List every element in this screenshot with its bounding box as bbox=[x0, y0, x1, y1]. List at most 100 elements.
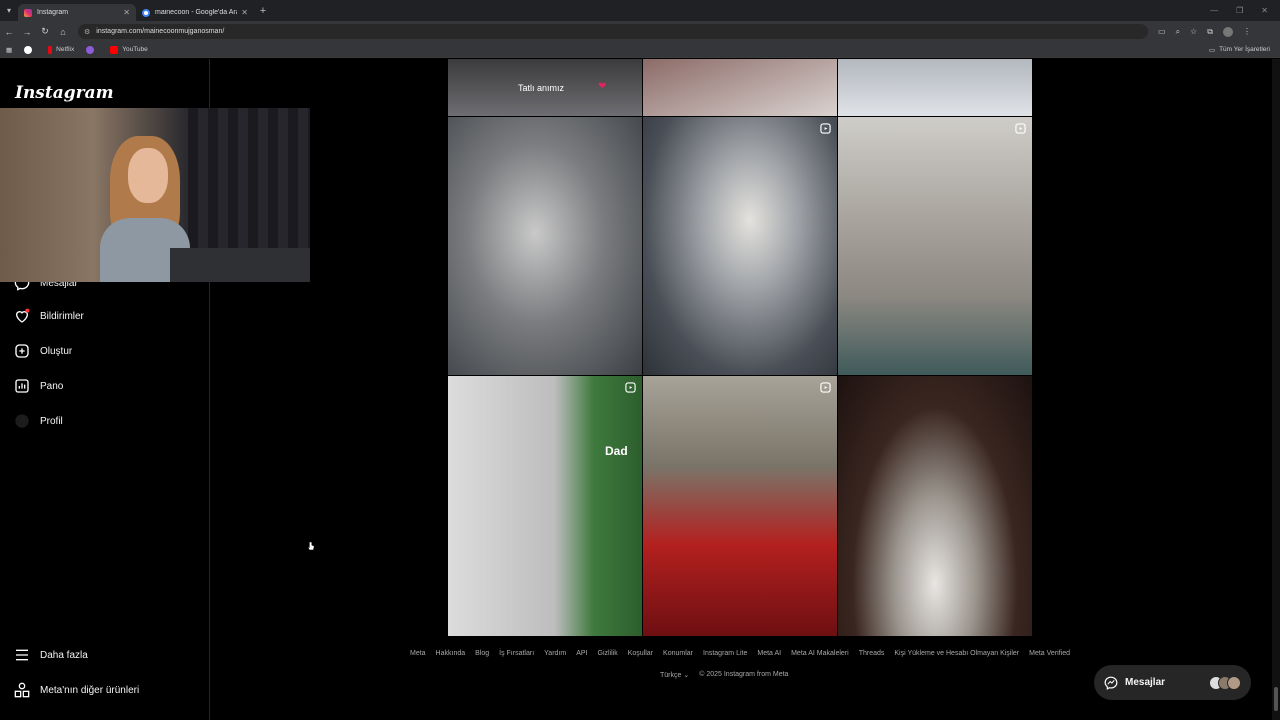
reload-icon[interactable]: ↻ bbox=[36, 26, 54, 37]
footer-link[interactable]: Meta AI bbox=[757, 650, 781, 657]
bookmark-unknown[interactable] bbox=[86, 45, 98, 54]
footer-link[interactable]: İş Fırsatları bbox=[499, 650, 534, 657]
heart-icon bbox=[14, 308, 30, 324]
folder-icon: ▭ bbox=[1208, 46, 1216, 54]
close-tab-icon[interactable]: ✕ bbox=[241, 8, 248, 17]
copyright-text: © 2025 Instagram from Meta bbox=[699, 671, 789, 678]
footer-link[interactable]: Gizlilik bbox=[598, 650, 618, 657]
reel-icon bbox=[820, 382, 831, 393]
message-avatars bbox=[1209, 675, 1241, 690]
footer-link[interactable]: Koşullar bbox=[628, 650, 653, 657]
site-info-icon[interactable]: ⚙ bbox=[84, 28, 90, 36]
url-text: instagram.com/mainecoonmujganosman/ bbox=[96, 28, 225, 35]
dashboard-icon bbox=[14, 378, 30, 394]
page-scrollbar[interactable] bbox=[1272, 59, 1280, 720]
profile-avatar-icon[interactable] bbox=[1222, 26, 1233, 37]
post-thumbnail[interactable] bbox=[838, 117, 1032, 375]
reel-icon bbox=[820, 123, 831, 134]
footer-link[interactable]: Meta AI Makaleleri bbox=[791, 650, 849, 657]
avatar bbox=[1227, 675, 1241, 690]
messenger-icon bbox=[1104, 676, 1118, 690]
footer-link[interactable]: Threads bbox=[859, 650, 885, 657]
language-label: Türkçe bbox=[660, 672, 682, 679]
bookmark-star-icon[interactable]: ☆ bbox=[1190, 27, 1197, 37]
new-tab-button[interactable]: + bbox=[254, 5, 272, 17]
nav-notifications[interactable]: Bildirimler bbox=[14, 308, 84, 324]
nav-label: Pano bbox=[40, 380, 64, 392]
tab-label: Instagram bbox=[37, 9, 69, 16]
post-thumbnail[interactable]: Tatlı anımız ❤ bbox=[448, 59, 642, 116]
back-icon[interactable]: ← bbox=[0, 27, 18, 37]
heart-emoji-icon: ❤ bbox=[598, 81, 607, 92]
nav-label: Profil bbox=[40, 415, 63, 427]
post-thumbnail[interactable] bbox=[838, 59, 1032, 116]
bookmark-google[interactable] bbox=[24, 45, 36, 54]
extensions-icon[interactable]: ⧉ bbox=[1207, 27, 1213, 37]
minimize-icon[interactable]: — bbox=[1210, 6, 1218, 15]
webcam-desk bbox=[170, 248, 310, 282]
footer-link[interactable]: Meta bbox=[410, 650, 426, 657]
google-favicon-icon bbox=[142, 8, 150, 17]
instagram-page: Instagram Mesajlar Bildirimler Oluştur P… bbox=[0, 59, 1280, 720]
footer-bottom: Türkçe ⌄ © 2025 Instagram from Meta bbox=[660, 671, 788, 679]
post-thumbnail[interactable] bbox=[838, 376, 1032, 636]
tab-search-icon[interactable]: ▾ bbox=[0, 0, 18, 21]
scrollbar-thumb[interactable] bbox=[1274, 687, 1278, 711]
instagram-logo[interactable]: Instagram bbox=[15, 83, 114, 103]
post-thumbnail[interactable] bbox=[643, 117, 837, 375]
footer-link[interactable]: Instagram Lite bbox=[703, 650, 747, 657]
apps-icon[interactable]: ▦ bbox=[6, 46, 12, 54]
bookmark-netflix[interactable]: Netflix bbox=[48, 45, 75, 54]
cast-icon[interactable]: ▭ bbox=[1158, 27, 1166, 37]
footer-link[interactable]: Blog bbox=[475, 650, 489, 657]
tab-google-search[interactable]: mainecoon - Google'da Ara ✕ bbox=[136, 4, 254, 21]
post-thumbnail[interactable] bbox=[448, 117, 642, 375]
bookmark-label: Netflix bbox=[56, 46, 75, 53]
messages-button[interactable]: Mesajlar bbox=[1094, 665, 1251, 700]
post-thumbnail[interactable]: Dad bbox=[448, 376, 642, 636]
address-bar[interactable]: ⚙ instagram.com/mainecoonmujganosman/ bbox=[78, 24, 1148, 39]
footer-link[interactable]: Yardım bbox=[544, 650, 566, 657]
post-thumbnail[interactable] bbox=[643, 376, 837, 636]
youtube-icon bbox=[110, 45, 119, 54]
browser-toolbar: ← → ↻ ⌂ ⚙ instagram.com/mainecoonmujgano… bbox=[0, 21, 1280, 42]
footer-link[interactable]: Konumlar bbox=[663, 650, 693, 657]
nav-label: Daha fazla bbox=[40, 649, 88, 661]
all-bookmarks[interactable]: ▭ Tüm Yer İşaretleri bbox=[1209, 46, 1270, 54]
nav-more[interactable]: Daha fazla bbox=[14, 647, 88, 663]
browser-tab-strip: ▾ Instagram ✕ mainecoon - Google'da Ara … bbox=[0, 0, 1280, 21]
bookmarks-bar: ▦ Netflix YouTube ▭ Tüm Yer İşaretleri bbox=[0, 42, 1280, 58]
posts-grid: Tatlı anımız ❤ Dad bbox=[448, 59, 1032, 636]
nav-profile[interactable]: Profil bbox=[14, 413, 63, 429]
footer-link[interactable]: API bbox=[576, 650, 587, 657]
nav-label: Bildirimler bbox=[40, 310, 84, 322]
bookmark-youtube[interactable]: YouTube bbox=[110, 45, 148, 54]
kebab-menu-icon[interactable]: ⋮ bbox=[1243, 27, 1251, 37]
nav-create[interactable]: Oluştur bbox=[14, 343, 72, 359]
profile-avatar-icon bbox=[14, 413, 30, 429]
footer-link[interactable]: Hakkında bbox=[436, 650, 466, 657]
meta-products-icon bbox=[14, 682, 30, 698]
webcam-overlay bbox=[0, 108, 310, 282]
bookmark-favicon-icon bbox=[86, 45, 95, 54]
footer-links: Meta Hakkında Blog İş Fırsatları Yardım … bbox=[398, 650, 1082, 657]
tab-instagram[interactable]: Instagram ✕ bbox=[18, 4, 136, 21]
footer-link[interactable]: Kişi Yükleme ve Hesabı Olmayan Kişiler bbox=[894, 650, 1019, 657]
create-plus-icon bbox=[14, 343, 30, 359]
close-tab-icon[interactable]: ✕ bbox=[123, 8, 130, 17]
tab-label: mainecoon - Google'da Ara bbox=[155, 9, 238, 16]
nav-meta-products[interactable]: Meta'nın diğer ürünleri bbox=[14, 682, 139, 698]
home-icon[interactable]: ⌂ bbox=[54, 27, 72, 37]
post-thumbnail[interactable] bbox=[643, 59, 837, 116]
close-window-icon[interactable]: ✕ bbox=[1261, 6, 1268, 15]
nav-dashboard[interactable]: Pano bbox=[14, 378, 63, 394]
nav-label: Oluştur bbox=[40, 345, 73, 357]
footer-link[interactable]: Meta Verified bbox=[1029, 650, 1070, 657]
forward-icon[interactable]: → bbox=[18, 27, 36, 37]
language-select[interactable]: Türkçe ⌄ bbox=[660, 671, 689, 679]
bookmark-label: YouTube bbox=[122, 46, 148, 53]
maximize-icon[interactable]: ❐ bbox=[1236, 6, 1243, 15]
zoom-icon[interactable]: ⌕ bbox=[1176, 27, 1180, 37]
post-caption-text: Tatlı anımız bbox=[518, 83, 565, 93]
toolbar-icons: ▭ ⌕ ☆ ⧉ ⋮ bbox=[1158, 26, 1251, 37]
